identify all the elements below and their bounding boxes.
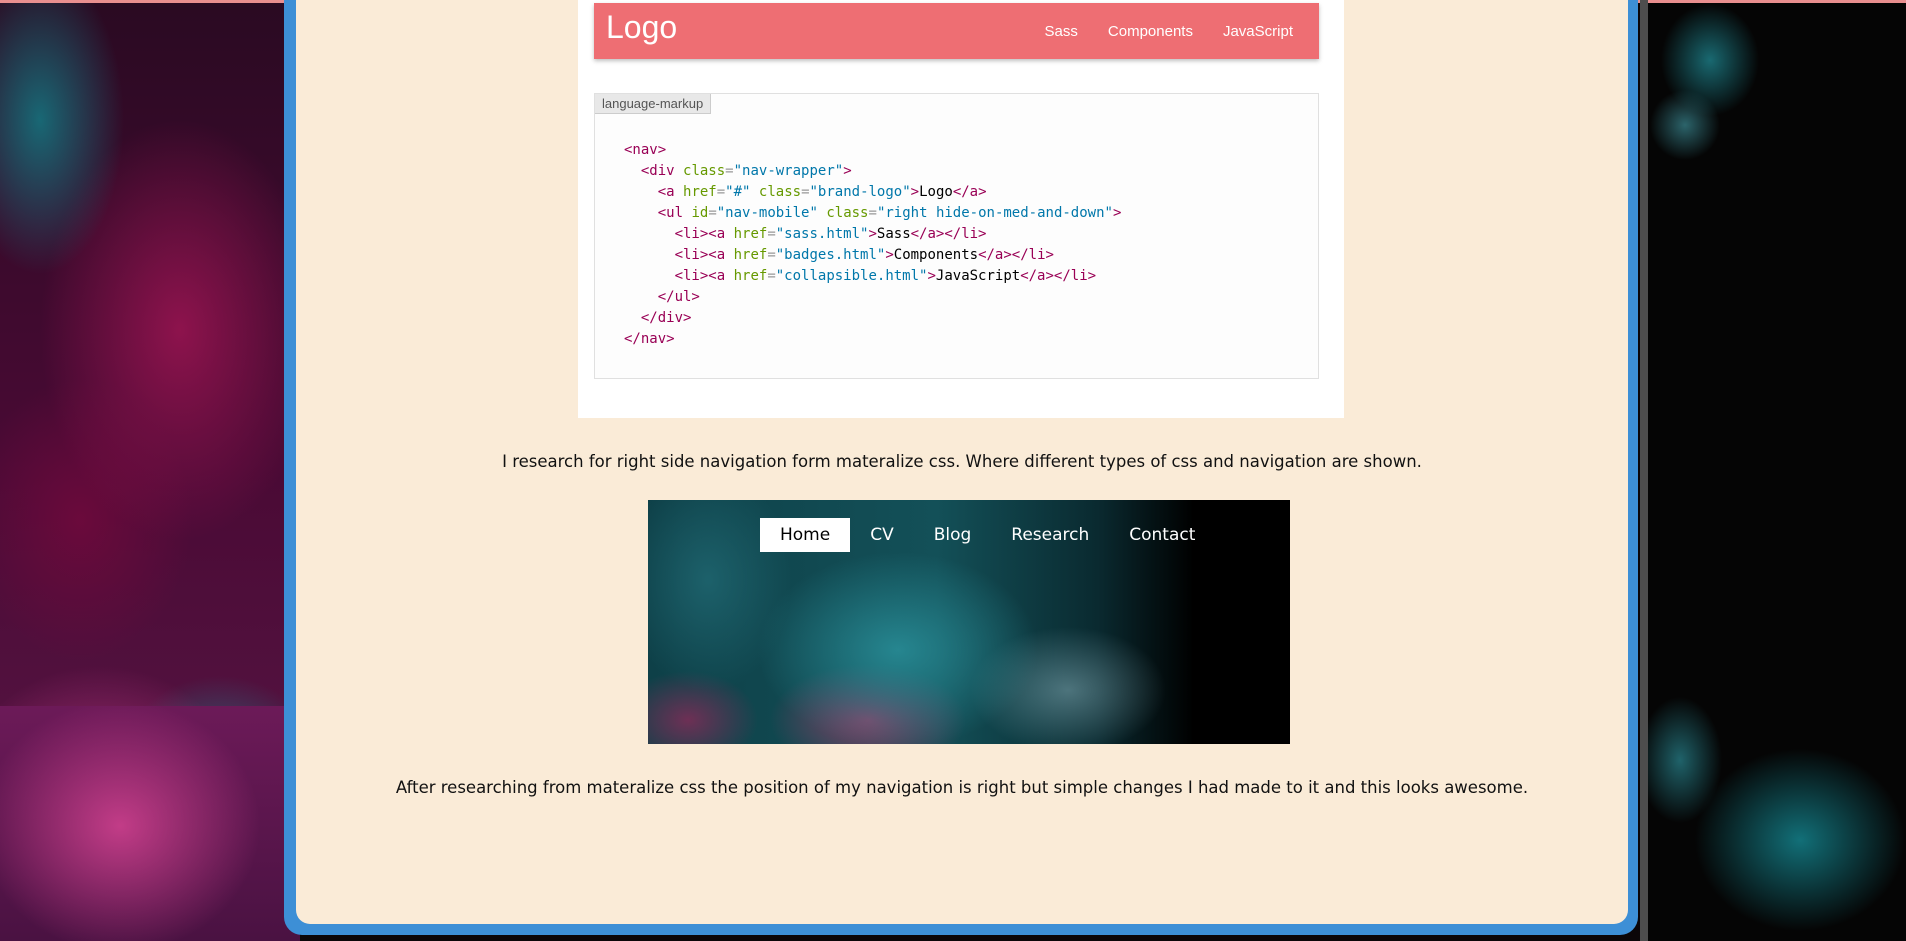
materialize-logo[interactable]: Logo (606, 9, 677, 46)
site-nav-blog[interactable]: Blog (914, 518, 992, 552)
research-note-text: I research for right side navigation for… (502, 452, 1422, 471)
background-left-lower (0, 706, 300, 941)
materialize-link-sass[interactable]: Sass (1045, 23, 1078, 40)
site-nav-home[interactable]: Home (760, 518, 851, 552)
site-nav-research[interactable]: Research (991, 518, 1109, 552)
materialize-link-components[interactable]: Components (1108, 23, 1193, 40)
site-nav-cv[interactable]: CV (850, 518, 914, 552)
background-right (1640, 0, 1906, 941)
materialize-nav-links: Sass Components JavaScript (1045, 3, 1293, 59)
site-nav-contact[interactable]: Contact (1109, 518, 1215, 552)
materialize-link-javascript[interactable]: JavaScript (1223, 23, 1293, 40)
code-block: language-markup <nav> <div class="nav-wr… (594, 93, 1319, 379)
materialize-navbar-example: Logo Sass Components JavaScript (594, 3, 1319, 59)
site-nav: Home CV Blog Research Contact (760, 518, 1215, 552)
conclusion-text: After researching from materalize css th… (395, 778, 1529, 797)
code-snippet: <nav> <div class="nav-wrapper"> <a href=… (624, 142, 1122, 347)
site-navigation-preview: Home CV Blog Research Contact (648, 500, 1290, 744)
code-language-label: language-markup (595, 94, 712, 114)
frame-shadow (1640, 0, 1648, 941)
